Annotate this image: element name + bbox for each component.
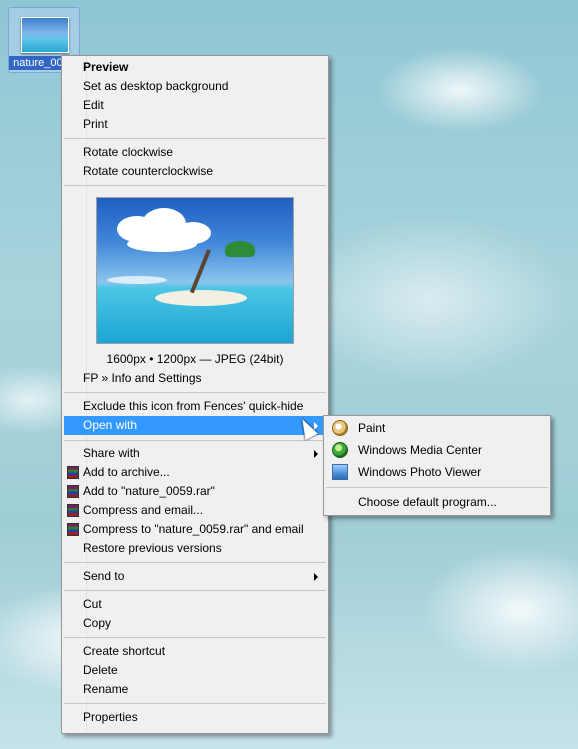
context-menu: Preview Set as desktop background Edit P… <box>61 55 329 734</box>
menu-item-properties[interactable]: Properties <box>64 708 326 727</box>
open-with-submenu: Paint Windows Media Center Windows Photo… <box>323 415 551 516</box>
submenu-item-paint[interactable]: Paint <box>326 418 548 438</box>
menu-item-fp-info-settings[interactable]: FP » Info and Settings <box>64 369 326 388</box>
preview-palm-fronds <box>225 241 255 257</box>
send-to-label: Send to <box>83 569 125 583</box>
menu-separator <box>64 392 326 393</box>
menu-item-share-with[interactable]: Share with <box>64 444 326 463</box>
compress-email-label: Compress and email... <box>83 503 204 517</box>
winrar-archive-icon <box>67 523 79 536</box>
preview-island <box>155 290 247 306</box>
image-preview <box>96 197 294 344</box>
preview-cloud <box>107 276 167 284</box>
wpv-label: Windows Photo Viewer <box>358 465 482 479</box>
menu-separator <box>64 562 326 563</box>
image-thumbnail-icon <box>21 17 69 53</box>
menu-item-preview[interactable]: Preview <box>64 58 326 77</box>
menu-item-cut[interactable]: Cut <box>64 595 326 614</box>
submenu-item-windows-media-center[interactable]: Windows Media Center <box>326 440 548 460</box>
menu-item-exclude-fences[interactable]: Exclude this icon from Fences' quick-hid… <box>64 397 326 416</box>
menu-item-edit[interactable]: Edit <box>64 96 326 115</box>
preview-cloud <box>127 236 197 252</box>
menu-item-compress-and-email[interactable]: Compress and email... <box>64 501 326 520</box>
menu-item-copy[interactable]: Copy <box>64 614 326 633</box>
windows-media-center-icon <box>332 442 348 458</box>
winrar-archive-icon <box>67 504 79 517</box>
menu-separator <box>64 590 326 591</box>
menu-item-add-to-rar[interactable]: Add to "nature_0059.rar" <box>64 482 326 501</box>
menu-separator <box>64 637 326 638</box>
add-to-archive-label: Add to archive... <box>83 465 170 479</box>
open-with-label: Open with <box>83 418 138 432</box>
menu-item-rename[interactable]: Rename <box>64 680 326 699</box>
menu-item-add-to-archive[interactable]: Add to archive... <box>64 463 326 482</box>
menu-separator <box>64 703 326 704</box>
menu-item-rotate-counterclockwise[interactable]: Rotate counterclockwise <box>64 162 326 181</box>
menu-separator <box>326 487 548 488</box>
submenu-arrow-icon <box>314 573 318 581</box>
preview-palm-trunk <box>189 249 211 294</box>
menu-item-restore-previous-versions[interactable]: Restore previous versions <box>64 539 326 558</box>
menu-item-create-shortcut[interactable]: Create shortcut <box>64 642 326 661</box>
winrar-archive-icon <box>67 485 79 498</box>
menu-separator <box>64 185 326 186</box>
windows-photo-viewer-icon <box>332 464 348 480</box>
image-info-caption: 1600px • 1200px — JPEG (24bit) <box>106 352 284 366</box>
menu-item-rotate-clockwise[interactable]: Rotate clockwise <box>64 143 326 162</box>
submenu-arrow-icon <box>314 450 318 458</box>
share-with-label: Share with <box>83 446 140 460</box>
submenu-item-windows-photo-viewer[interactable]: Windows Photo Viewer <box>326 462 548 482</box>
menu-item-open-with[interactable]: Open with <box>64 416 326 435</box>
winrar-archive-icon <box>67 466 79 479</box>
menu-separator <box>64 440 326 441</box>
compress-rar-email-label: Compress to "nature_0059.rar" and email <box>83 522 304 536</box>
menu-item-send-to[interactable]: Send to <box>64 567 326 586</box>
menu-item-set-desktop-background[interactable]: Set as desktop background <box>64 77 326 96</box>
paint-icon <box>332 420 348 436</box>
menu-separator <box>64 138 326 139</box>
menu-item-delete[interactable]: Delete <box>64 661 326 680</box>
add-to-rar-label: Add to "nature_0059.rar" <box>83 484 215 498</box>
menu-item-print[interactable]: Print <box>64 115 326 134</box>
paint-label: Paint <box>358 421 386 435</box>
menu-item-compress-rar-and-email[interactable]: Compress to "nature_0059.rar" and email <box>64 520 326 539</box>
submenu-item-choose-default-program[interactable]: Choose default program... <box>326 492 548 512</box>
wmc-label: Windows Media Center <box>358 443 483 457</box>
